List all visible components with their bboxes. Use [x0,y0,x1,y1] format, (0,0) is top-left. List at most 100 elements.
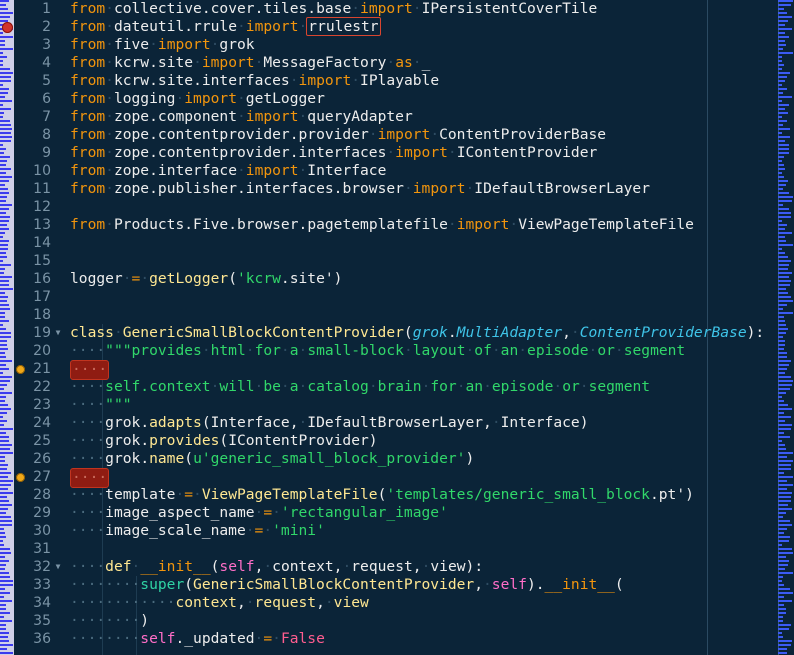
code-line[interactable]: ···· [70,360,778,380]
ruler-tick [0,616,4,618]
code-line[interactable]: ····image_aspect_name·=·'rectangular_ima… [70,504,778,522]
fold-arrow-icon[interactable]: ▼ [53,324,63,342]
code-line[interactable]: from·dateutil.rrule·import·rrulestr [70,17,778,36]
line-number[interactable]: 30 [14,522,64,540]
line-number[interactable]: 11 [14,180,64,198]
code-text[interactable]: from·collective.cover.tiles.base·import·… [70,0,778,655]
line-number[interactable]: 17 [14,288,64,306]
line-number[interactable]: 3 [14,36,64,54]
code-line[interactable] [70,288,778,306]
code-line[interactable]: ············context,·request,·view [70,594,778,612]
code-line[interactable]: ····grok.name(u'generic_small_block_prov… [70,450,778,468]
minimap-tick [778,284,790,286]
minimap-tick [778,100,782,102]
warning-marker-icon[interactable] [16,473,25,482]
line-number[interactable]: 22 [14,378,64,396]
minimap-tick [778,88,787,90]
code-line[interactable]: from·zope.contentprovider.interfaces·imp… [70,144,778,162]
code-line[interactable]: from·kcrw.site.interfaces·import·IPlayab… [70,72,778,90]
line-number[interactable]: 36 [14,630,64,648]
code-line[interactable]: ····"""provides·html·for·a·small-block·l… [70,342,778,360]
line-number[interactable]: 18 [14,306,64,324]
code-line[interactable]: class·GenericSmallBlockContentProvider(g… [70,324,778,342]
ruler-tick [0,296,8,298]
line-number[interactable]: 13 [14,216,64,234]
code-line[interactable]: ········super(GenericSmallBlockContentPr… [70,576,778,594]
line-number[interactable]: 34 [14,594,64,612]
line-number[interactable]: 33 [14,576,64,594]
minimap-tick [778,192,789,194]
ruler-tick [0,596,4,598]
code-line[interactable]: from·logging·import·getLogger [70,90,778,108]
line-number[interactable]: 9 [14,144,64,162]
ruler-tick [0,400,5,402]
line-number[interactable]: 15 [14,252,64,270]
code-line[interactable]: from·zope.contentprovider.provider·impor… [70,126,778,144]
line-number[interactable]: 5 [14,72,64,90]
ruler-tick [0,572,9,574]
code-viewport[interactable]: from·collective.cover.tiles.base·import·… [64,0,778,655]
line-number-gutter[interactable]: 1 2 3 4 5 6 7 8 9 10 11 12 13 14 15 16 17 18 19 ▼ 20 21 22 23 24… [14,0,64,655]
line-number[interactable]: 16 [14,270,64,288]
ruler-tick [0,516,11,518]
line-number[interactable]: 31 [14,540,64,558]
line-number[interactable]: 20 [14,342,64,360]
line-number[interactable]: 12 [14,198,64,216]
code-line[interactable]: from·zope.interface·import·Interface [70,162,778,180]
minimap-tick [778,400,784,402]
ruler-tick [0,292,5,294]
code-line[interactable]: ····""" [70,396,778,414]
code-line[interactable]: ····self.context·will·be·a·catalog·brain… [70,378,778,396]
code-line[interactable]: ····template·=·ViewPageTemplateFile('tem… [70,486,778,504]
minimap-tick [778,596,784,598]
code-line[interactable] [70,252,778,270]
code-line[interactable] [70,540,778,558]
code-line[interactable]: ········self._updated·=·False [70,630,778,648]
code-line[interactable]: from·zope.component·import·queryAdapter [70,108,778,126]
fold-arrow-icon[interactable]: ▼ [53,558,63,576]
line-number[interactable]: 4 [14,54,64,72]
code-line[interactable] [70,234,778,252]
code-line[interactable]: from·kcrw.site·import·MessageFactory·as·… [70,54,778,72]
line-number[interactable]: 7 [14,108,64,126]
right-minimap-ruler[interactable] [778,0,794,655]
minimap-tick [778,312,793,314]
code-line[interactable] [70,306,778,324]
line-number[interactable]: 14 [14,234,64,252]
minimap-tick [778,56,782,58]
line-number[interactable]: 26 [14,450,64,468]
line-number[interactable]: 8 [14,126,64,144]
ruler-tick [0,272,4,274]
line-number[interactable]: 25 [14,432,64,450]
warning-marker-icon[interactable] [16,365,25,374]
code-line[interactable]: ········) [70,612,778,630]
code-line[interactable]: ···· [70,468,778,488]
line-number[interactable]: 1 [14,0,64,18]
breakpoint-icon[interactable] [2,22,13,33]
code-line[interactable]: ····def·__init__(self,·context,·request,… [70,558,778,576]
code-line[interactable]: ····image_scale_name·=·'mini' [70,522,778,540]
line-number[interactable]: 28 [14,486,64,504]
ruler-tick [0,192,9,194]
ruler-tick [0,128,12,130]
minimap-tick [778,368,787,370]
code-line[interactable]: ····grok.provides(IContentProvider) [70,432,778,450]
line-number[interactable]: 35 [14,612,64,630]
code-line[interactable]: from·five·import·grok [70,36,778,54]
line-number[interactable]: 29 [14,504,64,522]
line-number[interactable]: 2 [14,18,64,36]
line-number[interactable]: 24 [14,414,64,432]
line-number[interactable]: 6 [14,90,64,108]
code-line[interactable] [70,198,778,216]
code-editor[interactable]: 1 2 3 4 5 6 7 8 9 10 11 12 13 14 15 16 17 18 19 ▼ 20 21 22 23 24… [0,0,794,655]
line-number[interactable]: 10 [14,162,64,180]
left-change-ruler[interactable] [0,0,14,655]
minimap-tick [778,324,786,326]
code-line[interactable]: from·zope.publisher.interfaces.browser·i… [70,180,778,198]
code-line[interactable]: ····grok.adapts(Interface,·IDefaultBrows… [70,414,778,432]
code-line[interactable]: from·Products.Five.browser.pagetemplatef… [70,216,778,234]
code-line[interactable]: logger·=·getLogger('kcrw.site') [70,270,778,288]
line-number[interactable]: 23 [14,396,64,414]
minimap-tick [778,416,791,418]
code-line[interactable]: from·collective.cover.tiles.base·import·… [70,0,778,18]
